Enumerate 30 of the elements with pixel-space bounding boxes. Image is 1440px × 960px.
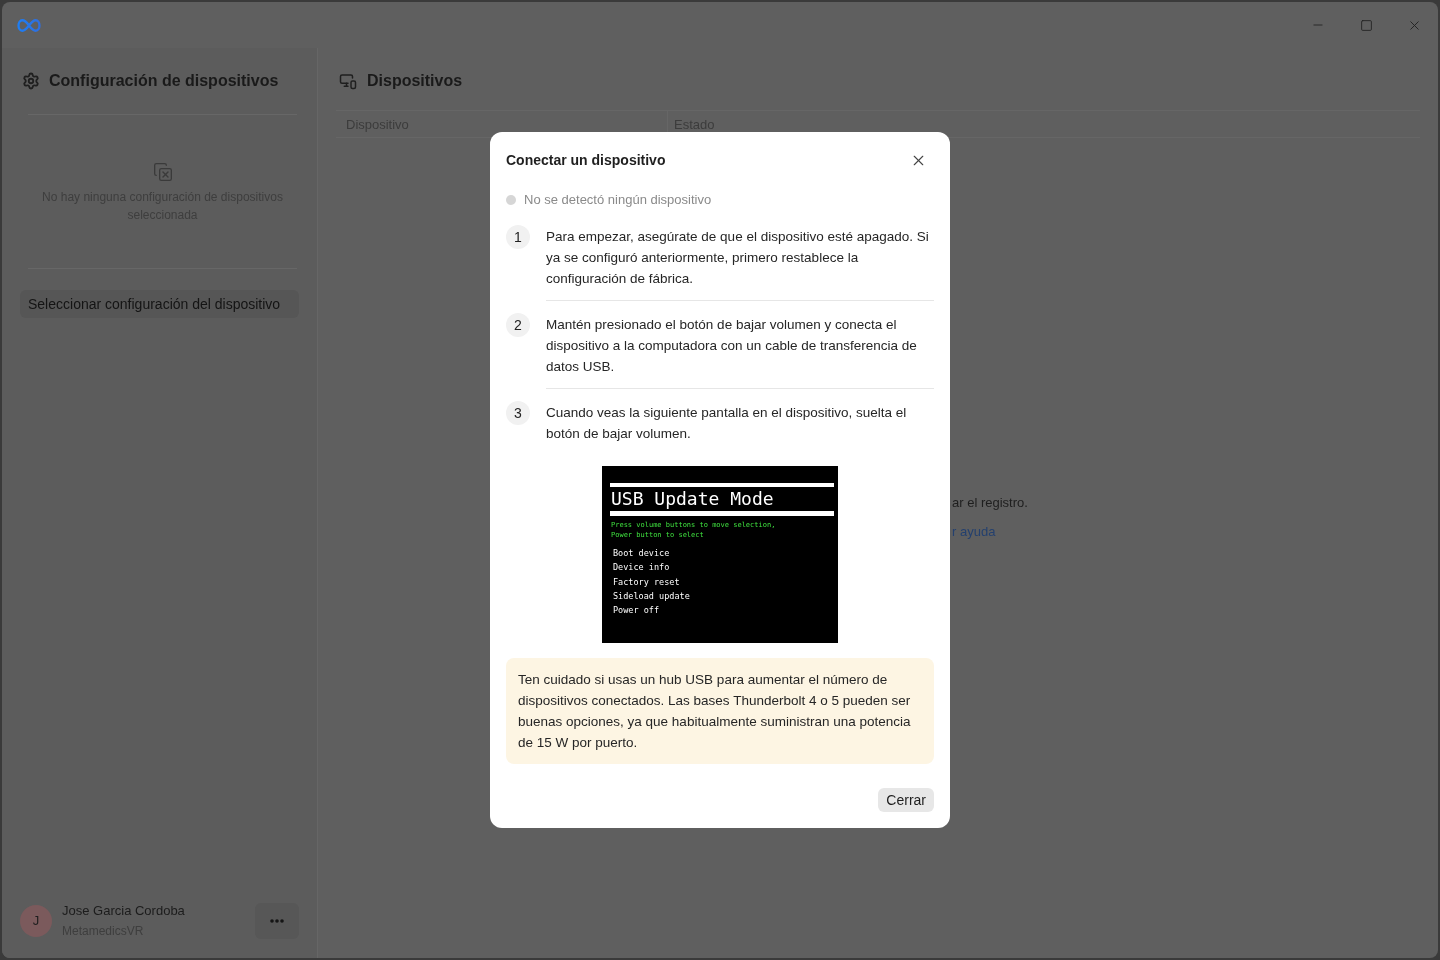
warning-note: Ten cuidado si usas un hub USB para aumentar el número de dispositivos conectados. Las bases Thunderbolt 4 o 5 pueden ser buenas opciones, ya que habitualmente suministran una potencia de 15 W por puerto. <box>506 658 934 764</box>
close-button[interactable]: Cerrar <box>878 788 934 812</box>
screen-option-text: Factory reset <box>613 575 680 589</box>
page-title: Dispositivos <box>367 71 463 91</box>
settings-icon <box>22 72 40 90</box>
screen-option-text: Device info <box>613 561 670 575</box>
help-link[interactable]: r ayuda <box>952 522 996 542</box>
select-configuration-button[interactable]: Seleccionar configuración del dispositivo <box>20 290 299 318</box>
step-instruction: Mantén presionado el botón de bajar volumen y conecta el dispositivo a la computadora con un cable de transferencia de datos USB. <box>546 316 918 376</box>
maximize-icon[interactable] <box>1359 18 1373 32</box>
devices-icon <box>339 72 357 90</box>
infinity-logo <box>17 17 41 33</box>
screen-option-text: Boot device <box>613 547 670 560</box>
screen-option-text: Sideload update <box>613 589 690 603</box>
step-number: 1 <box>506 225 530 249</box>
window-x-icon <box>152 162 173 182</box>
screen-option-text: Power off <box>613 604 660 618</box>
dialog-title: Conectar un dispositivo <box>506 150 666 170</box>
step-instruction: Para empezar, asegúrate de que el dispositivo esté apagado. Si ya se configuró anteriormente, primero restablece la configuración de fábrica. <box>546 228 930 288</box>
background-message: ar el registro. <box>952 494 1028 512</box>
step-instruction: Cuando veas la siguiente pantalla en el dispositivo, suelta el botón de bajar volumen. <box>546 404 908 443</box>
sidebar-title: Configuración de dispositivos <box>49 71 279 91</box>
step-number: 2 <box>506 313 530 337</box>
user-avatar: J <box>20 905 52 937</box>
step-number: 3 <box>506 401 530 425</box>
screen-title: USB Update Mode <box>610 488 775 510</box>
more-button[interactable] <box>255 903 299 939</box>
more-icon <box>270 919 284 923</box>
status-text: No se detectó ningún dispositivo <box>524 191 712 210</box>
user-name: Jose Garcia Cordoba <box>62 902 186 920</box>
